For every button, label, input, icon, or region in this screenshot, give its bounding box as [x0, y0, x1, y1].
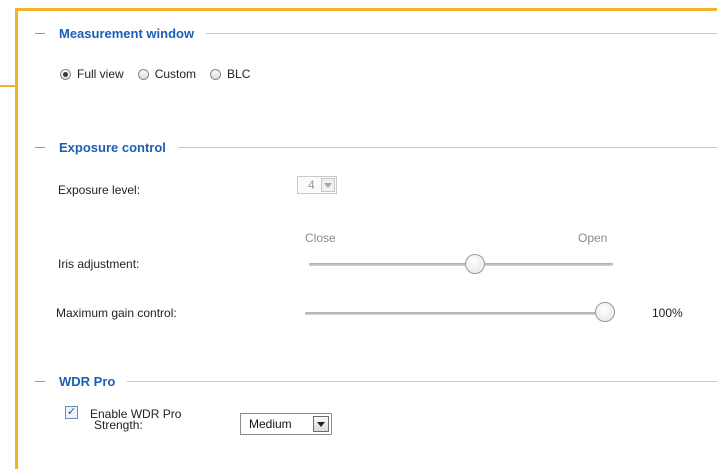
chevron-down-icon — [324, 182, 332, 188]
radio-button-blc[interactable] — [210, 68, 222, 80]
radio-button-full-view[interactable] — [60, 68, 71, 80]
legend-dash — [35, 380, 45, 382]
radio-custom[interactable]: Custom — [137, 67, 196, 81]
gain-slider-track[interactable] — [305, 312, 609, 315]
exposure-control-legend: Exposure control — [35, 139, 717, 155]
measurement-window-radio-group: Full view Custom BLC — [60, 67, 264, 81]
enable-wdr-checkbox[interactable]: ✓ — [65, 406, 78, 419]
frame-connector — [0, 85, 18, 87]
iris-adjustment-label: Iris adjustment: — [58, 257, 140, 271]
exposure-level-select[interactable]: 4 — [297, 176, 337, 194]
radio-full-view[interactable]: Full view — [60, 67, 124, 81]
exposure-control-title: Exposure control — [59, 139, 166, 155]
max-gain-label: Maximum gain control: — [56, 306, 177, 320]
radio-label-blc[interactable]: BLC — [227, 67, 250, 81]
strength-select[interactable]: Medium — [240, 413, 332, 435]
wdr-pro-legend: WDR Pro — [35, 373, 717, 389]
frame-left-border — [15, 8, 18, 469]
measurement-window-legend: Measurement window — [35, 25, 717, 41]
legend-line — [206, 32, 717, 34]
frame-top-border — [15, 8, 717, 11]
exposure-level-dropdown-button[interactable] — [321, 178, 335, 192]
radio-label-custom[interactable]: Custom — [155, 67, 196, 81]
radio-label-full-view[interactable]: Full view — [77, 67, 124, 81]
exposure-level-label: Exposure level: — [58, 183, 141, 197]
chevron-down-icon — [317, 421, 325, 427]
check-icon: ✓ — [66, 406, 77, 418]
legend-dash — [35, 32, 45, 34]
gain-value-label: 100% — [652, 306, 683, 320]
legend-line — [177, 146, 717, 148]
iris-slider-track[interactable] — [309, 263, 613, 266]
iris-slider-thumb[interactable] — [465, 254, 486, 274]
gain-slider-thumb[interactable] — [595, 302, 615, 322]
strength-value: Medium — [249, 417, 292, 431]
strength-dropdown-button[interactable] — [313, 416, 329, 432]
legend-dash — [35, 146, 45, 148]
radio-blc[interactable]: BLC — [210, 67, 250, 81]
iris-open-label: Open — [578, 231, 608, 245]
strength-label: Strength: — [94, 418, 143, 432]
exposure-level-value: 4 — [308, 178, 315, 192]
measurement-window-title: Measurement window — [59, 25, 195, 41]
radio-button-custom[interactable] — [137, 68, 149, 80]
legend-line — [127, 380, 717, 382]
iris-close-label: Close — [305, 231, 336, 245]
wdr-pro-title: WDR Pro — [59, 373, 116, 389]
